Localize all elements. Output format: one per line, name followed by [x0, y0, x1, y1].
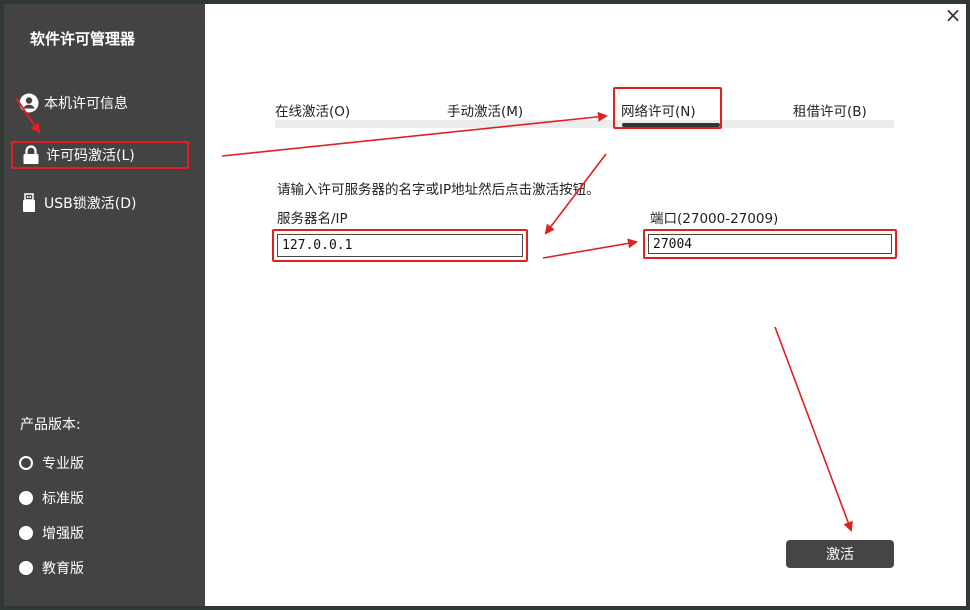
port-input-wrapper	[643, 229, 897, 259]
server-input-wrapper	[272, 229, 528, 262]
server-label: 服务器名/IP	[277, 211, 348, 227]
edition-label: 增强版	[42, 526, 84, 542]
app-title: 软件许可管理器	[30, 30, 136, 48]
activate-button[interactable]: 激活	[786, 540, 894, 568]
port-input[interactable]	[648, 234, 892, 254]
tab-online-activation[interactable]: 在线激活(O)	[275, 100, 350, 120]
edition-radio-standard[interactable]: 标准版	[19, 488, 84, 508]
radio-filled-icon	[19, 526, 33, 540]
sidebar-item-local-license[interactable]: 本机许可信息	[18, 90, 128, 116]
radio-filled-icon	[19, 561, 33, 575]
radio-filled-icon	[19, 491, 33, 505]
sidebar: 软件许可管理器 本机许可信息 许可码激活(L) USB锁激活(D) 产品版本: …	[4, 4, 205, 606]
edition-radio-enhanced[interactable]: 增强版	[19, 523, 84, 543]
tab-manual-activation[interactable]: 手动激活(M)	[447, 100, 523, 120]
tabs-track	[275, 120, 894, 128]
sidebar-item-label: 许可码激活(L)	[46, 148, 135, 164]
sidebar-item-usb-lock[interactable]: USB锁激活(D)	[18, 190, 136, 216]
edition-radio-pro[interactable]: 专业版	[19, 453, 84, 473]
port-label: 端口(27000-27009)	[650, 211, 779, 227]
license-manager-window: 软件许可管理器 本机许可信息 许可码激活(L) USB锁激活(D) 产品版本: …	[4, 4, 966, 606]
edition-label: 标准版	[42, 491, 84, 507]
edition-label: 教育版	[42, 561, 84, 577]
usb-icon	[18, 192, 40, 214]
edition-radio-education[interactable]: 教育版	[19, 558, 84, 578]
user-icon	[18, 92, 40, 114]
radio-unchecked-icon	[19, 456, 33, 470]
sidebar-item-label: 本机许可信息	[44, 96, 128, 112]
edition-label: 专业版	[42, 456, 84, 472]
server-input[interactable]	[277, 234, 523, 257]
close-icon[interactable]: ×	[944, 5, 962, 25]
lock-icon	[20, 144, 42, 166]
sidebar-item-license-code[interactable]: 许可码激活(L)	[11, 141, 189, 169]
instruction-text: 请输入许可服务器的名字或IP地址然后点击激活按钮。	[277, 182, 600, 198]
annotation-box-tab	[613, 87, 722, 129]
sidebar-item-label: USB锁激活(D)	[44, 196, 137, 212]
tab-borrow-license[interactable]: 租借许可(B)	[793, 100, 867, 120]
edition-title: 产品版本:	[20, 417, 81, 433]
